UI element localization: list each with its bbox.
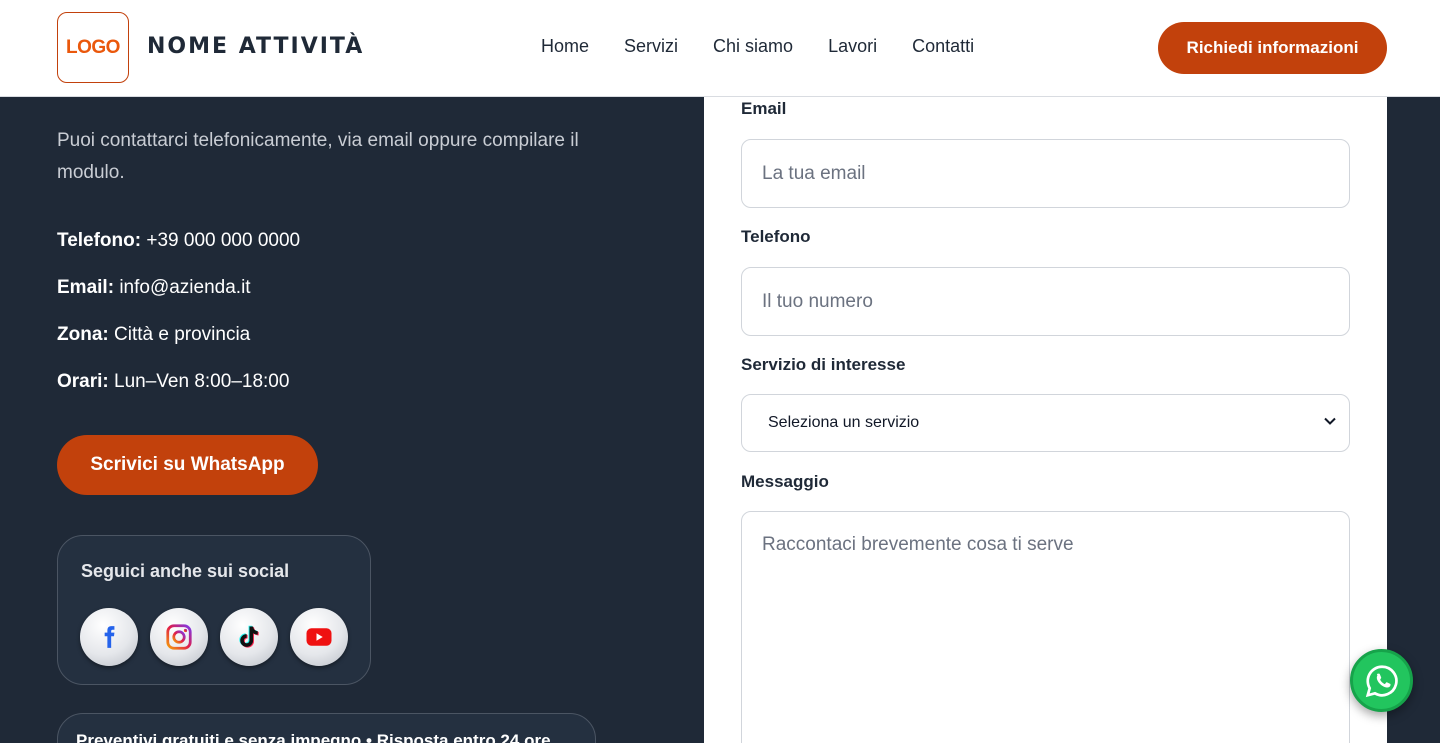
site-header: LOGO NOME ATTIVITÀ Home Servizi Chi siam…	[0, 0, 1440, 97]
nav-servizi[interactable]: Servizi	[624, 36, 678, 57]
service-field-label: Servizio di interesse	[741, 355, 906, 374]
youtube-icon[interactable]	[290, 608, 348, 666]
social-card: Seguici anche sui social	[57, 535, 371, 685]
brand-name[interactable]: NOME ATTIVITÀ	[147, 34, 364, 59]
phone-field-label: Telefono	[741, 227, 811, 246]
whatsapp-button[interactable]: Scrivici su WhatsApp	[57, 435, 318, 495]
floating-whatsapp-button[interactable]	[1350, 649, 1413, 712]
phone-value[interactable]: +39 000 000 0000	[146, 230, 300, 251]
logo[interactable]: LOGO	[57, 12, 129, 83]
guarantee-note: Preventivi gratuiti e senza impegno • Ri…	[57, 713, 596, 743]
zone-label: Zona:	[57, 324, 109, 345]
zone-line: Zona: Città e provincia	[57, 324, 250, 346]
social-icons	[80, 608, 348, 666]
email-line: Email: info@azienda.it	[57, 277, 251, 299]
phone-label: Telefono:	[57, 230, 142, 251]
message-field-label: Messaggio	[741, 472, 829, 491]
phone-input[interactable]	[741, 267, 1350, 336]
nav-home[interactable]: Home	[541, 36, 589, 57]
phone-line: Telefono: +39 000 000 0000	[57, 230, 300, 252]
tiktok-icon[interactable]	[220, 608, 278, 666]
message-textarea[interactable]	[741, 511, 1350, 743]
zone-value: Città e provincia	[114, 324, 251, 345]
contact-intro: Puoi contattarci telefonicamente, via em…	[57, 130, 579, 183]
facebook-icon[interactable]	[80, 608, 138, 666]
service-select[interactable]: Seleziona un servizio	[741, 394, 1350, 452]
whatsapp-icon	[1365, 664, 1398, 697]
service-select-value: Seleziona un servizio	[768, 414, 920, 431]
hours-line: Orari: Lun–Ven 8:00–18:00	[57, 371, 289, 393]
hours-value: Lun–Ven 8:00–18:00	[114, 371, 290, 392]
nav-lavori[interactable]: Lavori	[828, 36, 877, 57]
social-title: Seguici anche sui social	[81, 561, 290, 581]
hours-label: Orari:	[57, 371, 109, 392]
instagram-icon[interactable]	[150, 608, 208, 666]
nav-chi-siamo[interactable]: Chi siamo	[713, 36, 793, 57]
main-nav: Home Servizi Chi siamo Lavori Contatti	[541, 36, 1009, 57]
email-label: Email:	[57, 277, 115, 298]
email-input[interactable]	[741, 139, 1350, 208]
guarantee-text: Preventivi gratuiti e senza impegno • Ri…	[76, 731, 551, 743]
contact-info-panel: Puoi contattarci telefonicamente, via em…	[0, 97, 704, 743]
request-info-button[interactable]: Richiedi informazioni	[1158, 22, 1387, 74]
chevron-down-icon	[1323, 414, 1337, 433]
email-field-label: Email	[741, 99, 787, 118]
email-value[interactable]: info@azienda.it	[119, 277, 250, 298]
nav-contatti[interactable]: Contatti	[912, 36, 974, 57]
